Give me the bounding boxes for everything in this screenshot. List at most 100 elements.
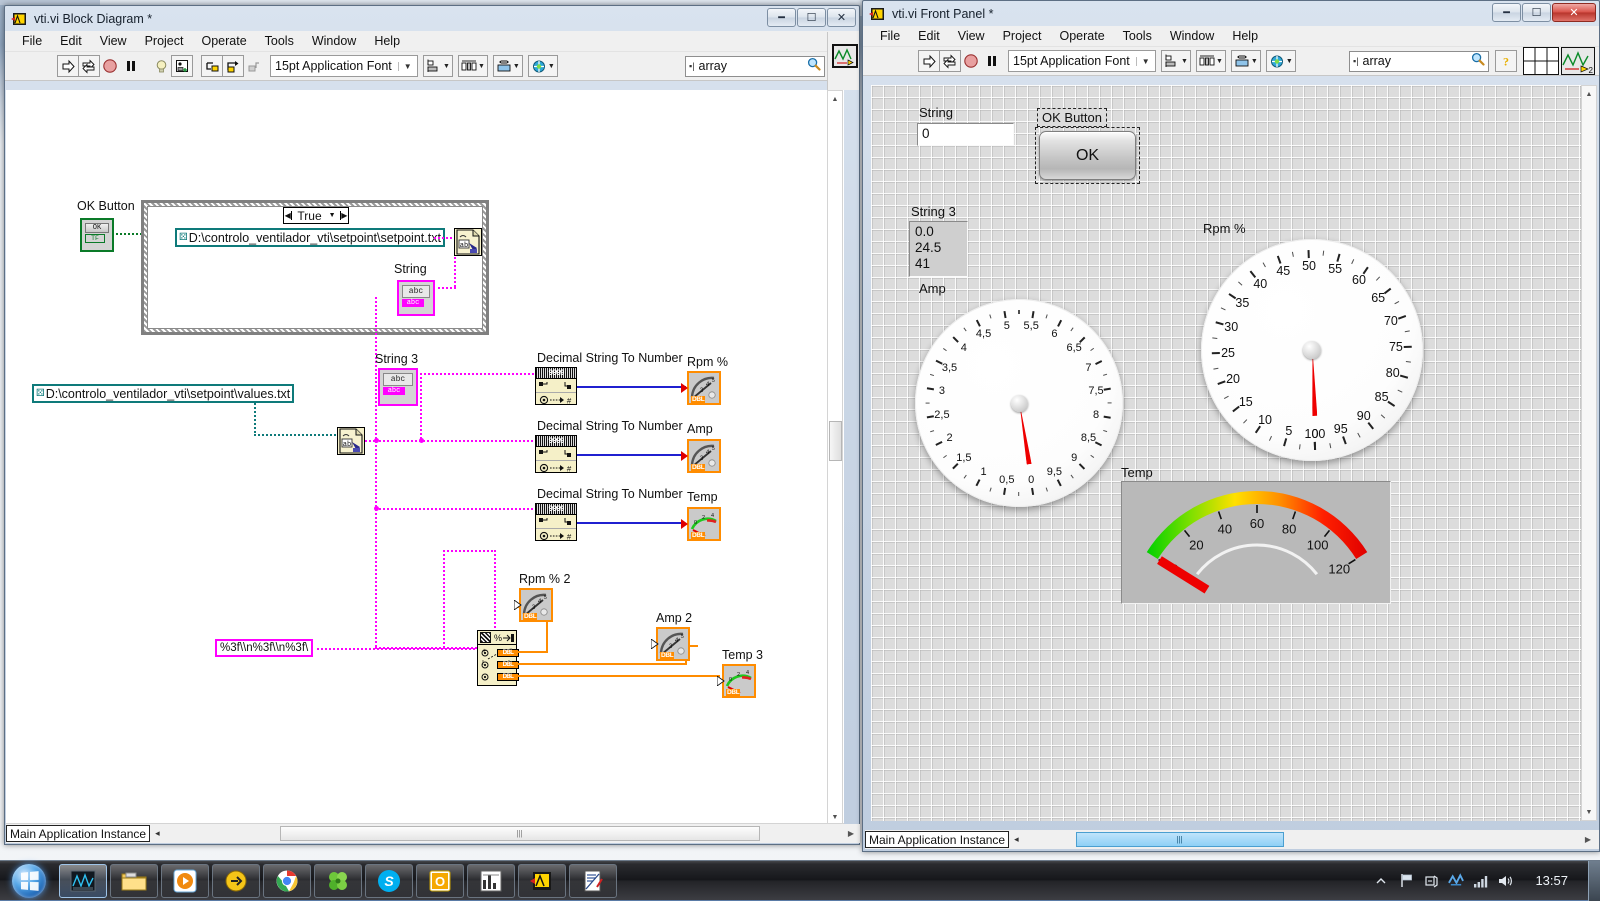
windows-start-orb-icon[interactable] [2,862,56,900]
taskbar-item-notes-app[interactable] [569,863,617,898]
chevron-down-icon[interactable]: ▼ [478,63,485,70]
application-instance-label[interactable]: Main Application Instance [6,825,151,842]
chevron-down-icon[interactable]: ▼ [1135,56,1150,66]
front-panel-toolbar[interactable]: 15pt Application Font ▼ ▼ ▼ ▼ ▼ ▪| array [863,47,1599,76]
statusbar-collapse-arrow-icon[interactable]: ◂ [150,828,165,839]
menu-operate[interactable]: Operate [192,32,255,50]
vscroll-thumb[interactable] [829,421,842,461]
scroll-right-icon[interactable]: ▶ [848,829,860,838]
case-selector-label[interactable]: ◀ True ▼ ▶ [283,207,349,224]
menu-window[interactable]: Window [1161,27,1223,45]
run-arrow-icon[interactable] [57,55,79,77]
case-prev-arrow-icon[interactable]: ◀ [284,211,293,220]
ni-service-icon[interactable] [1448,873,1465,889]
ok-button[interactable]: OK [1039,131,1136,180]
block-diagram-statusbar[interactable]: Main Application Instance ◂ ||| ▶ [6,824,860,843]
close-icon[interactable]: ✕ [827,8,856,27]
context-help-question-icon[interactable]: ? [1495,50,1517,72]
menu-window[interactable]: Window [303,32,365,50]
taskbar-item-meas-app[interactable] [467,863,515,898]
hscroll-thumb[interactable]: ||| [279,826,760,841]
temp-indicator-terminal[interactable]: 0 2 4 DBL [687,507,721,541]
ok-button-terminal[interactable]: OK TF [80,218,114,252]
rpm-indicator-terminal[interactable]: 3 4 5 DBL [687,371,721,405]
magnifier-icon[interactable] [807,57,821,76]
step-into-icon[interactable] [201,55,223,77]
close-icon[interactable]: ✕ [1552,3,1596,22]
menu-tools[interactable]: Tools [256,32,303,50]
front-panel-statusbar[interactable]: Main Application Instance ◂ ||| ▶ [865,830,1599,849]
taskbar-clock[interactable]: 13:57 [1523,873,1580,888]
decimal-string-to-number-node-3[interactable]: 9999 # [535,503,577,543]
align-objects-icon[interactable]: ▼ [423,55,453,77]
search-input[interactable]: ▪| array [685,55,825,77]
pause-icon[interactable] [981,50,1003,72]
string3-terminal[interactable]: abc abc [378,368,418,406]
retain-wire-values-icon[interactable] [171,55,193,77]
windows-taskbar[interactable]: S O 13:57 [0,860,1600,901]
menu-project[interactable]: Project [994,27,1051,45]
front-panel-window[interactable]: vti.vi Front Panel * ━ ☐ ✕ File Edit Vie… [862,0,1600,852]
read-from-text-file-icon[interactable]: ab [337,427,365,455]
font-selector[interactable]: 15pt Application Font ▼ [1008,50,1156,72]
menu-project[interactable]: Project [136,32,193,50]
taskbar-item-office-onenote[interactable]: O [416,863,464,898]
chevron-down-icon[interactable]: ▼ [397,61,412,71]
scan-from-string-node[interactable]: % + ↴ ! ! DBL DBL DBL [477,630,519,686]
menu-help[interactable]: Help [1223,27,1267,45]
scroll-down-icon[interactable]: ▼ [828,810,842,824]
taskbar-item-folder-explorer[interactable] [110,863,158,898]
maximize-icon[interactable]: ☐ [1522,3,1551,22]
show-hidden-icons-chevron-icon[interactable] [1373,873,1389,889]
write-to-text-file-icon[interactable]: ab [454,228,482,256]
block-diagram-toolbar[interactable]: 15pt Application Font ▼ ▼ ▼ ▼ ▼ ▪| array [5,52,859,81]
case-next-arrow-icon[interactable]: ▶ [339,211,348,220]
removable-media-eject-icon[interactable] [1423,873,1439,889]
scroll-down-icon[interactable]: ▼ [1582,805,1596,819]
front-panel-vscrollbar[interactable]: ▲ ▼ [1581,85,1597,821]
run-continuously-icon[interactable] [939,50,961,72]
menu-view[interactable]: View [949,27,994,45]
front-panel-canvas[interactable]: String 0 OK Button OK String 3 0.0 24.5 … [871,85,1585,821]
magnifier-icon[interactable] [1471,52,1485,71]
menu-view[interactable]: View [91,32,136,50]
block-diagram-vscrollbar[interactable]: ▲ ▼ [827,90,843,826]
block-diagram-canvas[interactable]: OK Button OK TF ◀ True ▼ ▶ ⚄ D:\controlo… [6,90,844,826]
resize-objects-icon[interactable]: ▼ [492,55,523,77]
application-instance-label[interactable]: Main Application Instance [865,831,1010,848]
setpoint-path-constant[interactable]: ⚄ D:\controlo_ventilador_vti\setpoint\se… [175,228,445,247]
block-diagram-window-buttons[interactable]: ━ ☐ ✕ [767,8,856,27]
taskbar-item-media-player[interactable] [161,863,209,898]
font-selector[interactable]: 15pt Application Font ▼ [270,55,418,77]
string-terminal[interactable]: abc abc [397,280,435,316]
chevron-down-icon[interactable]: ▼ [513,63,520,70]
temp3-indicator-terminal[interactable]: 0 2 4 DBL [722,664,756,698]
taskbar-item-labview-project[interactable] [59,863,107,898]
run-continuously-icon[interactable] [78,55,100,77]
chevron-down-icon[interactable]: ▼ [1181,58,1188,65]
front-panel-menubar[interactable]: File Edit View Project Operate Tools Win… [863,26,1599,47]
amp-gauge[interactable]: 0 0,5 1 1,5 2 2,5 3 3,5 4 4,5 5 5,5 6 6,5 7 7,5 8 8,5 9 9,5 [915,299,1123,507]
chevron-down-icon[interactable]: ▼ [1251,58,1258,65]
highlight-execution-bulb-icon[interactable] [150,55,172,77]
menu-edit[interactable]: Edit [51,32,91,50]
decimal-string-to-number-node-2[interactable]: 9999 # [535,435,577,475]
chevron-down-icon[interactable]: ▼ [443,63,450,70]
chevron-down-icon[interactable]: ▼ [329,212,340,219]
vi-glyph-icon[interactable]: 2 [1561,47,1595,75]
scroll-up-icon[interactable]: ▲ [1582,87,1596,101]
front-panel-window-buttons[interactable]: ━ ☐ ✕ [1492,3,1596,22]
block-diagram-vi-icon-panel[interactable] [827,32,859,90]
format-string-constant[interactable]: %3f\\n%3f\\n%3f\ [215,639,314,657]
chevron-down-icon[interactable]: ▼ [548,63,555,70]
front-panel-titlebar[interactable]: vti.vi Front Panel * ━ ☐ ✕ [863,1,1599,26]
volume-speaker-icon[interactable] [1498,873,1514,889]
menu-help[interactable]: Help [365,32,409,50]
abort-execution-icon[interactable] [960,50,982,72]
hscroll-thumb[interactable]: ||| [1075,832,1284,847]
scroll-right-icon[interactable]: ▶ [1585,835,1599,844]
clean-up-diagram-icon[interactable]: ▼ [527,55,558,77]
action-center-flag-icon[interactable] [1398,873,1414,889]
rpm-gauge[interactable]: 0 5 10 15 20 25 30 35 40 45 50 55 60 65 70 75 80 85 90 95 10… [1201,239,1423,461]
amp2-indicator-terminal[interactable]: 3 4 5 DBL [656,627,690,661]
